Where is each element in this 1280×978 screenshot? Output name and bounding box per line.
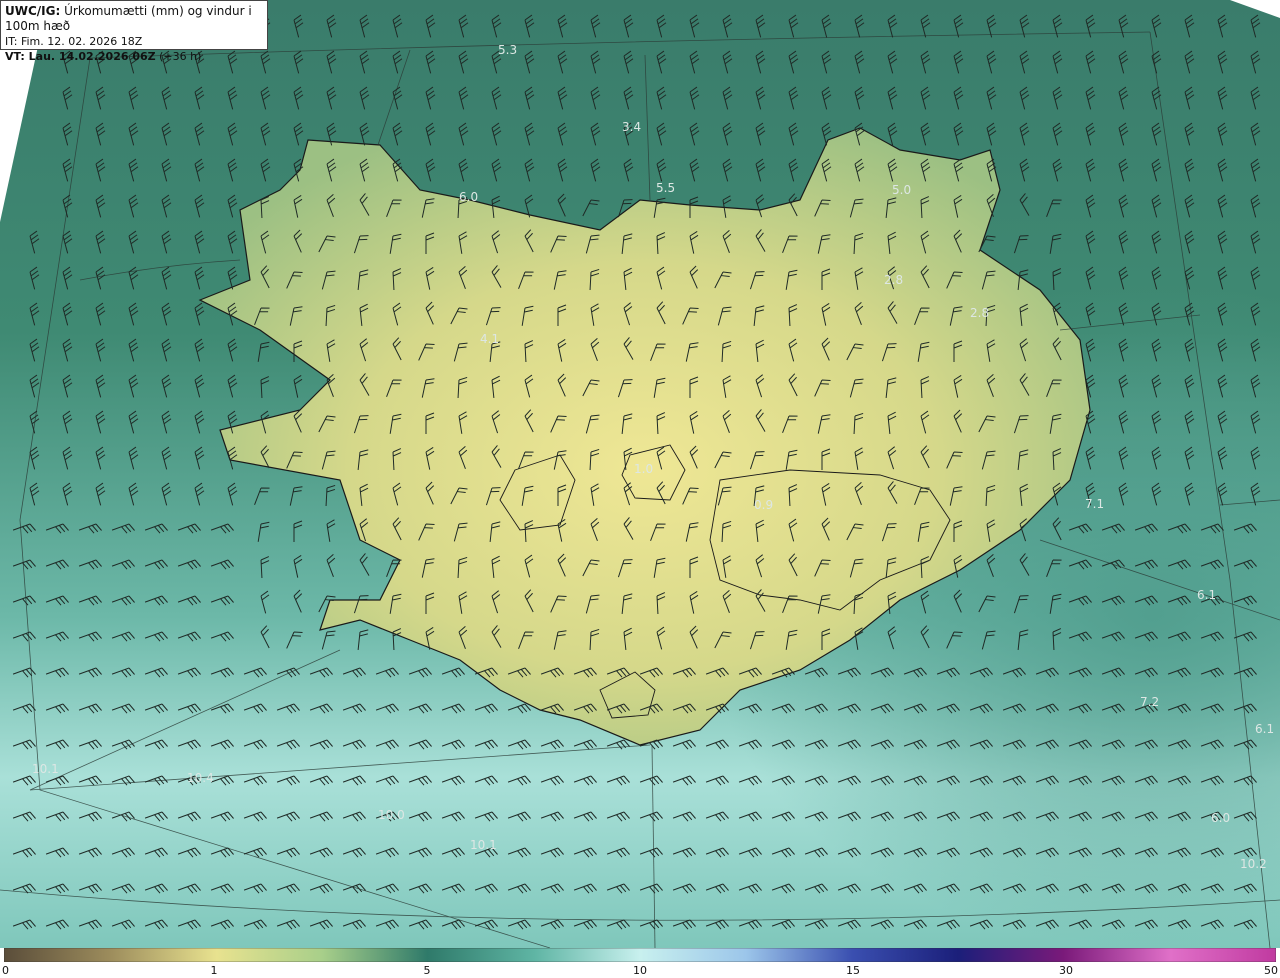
value-label: 10.2: [1240, 857, 1267, 871]
value-label: 6.0: [459, 190, 478, 204]
value-label: 4.1: [480, 332, 499, 346]
value-label: 1.0: [634, 462, 653, 476]
value-label: 5.3: [498, 43, 517, 57]
colorbar-tick: 10: [633, 964, 647, 977]
title-line: UWC/IG: Úrkomumætti (mm) og vindur i 100…: [5, 4, 263, 34]
value-label: 10.1: [32, 762, 59, 776]
valid-time: VT: Lau. 14.02.2026 06Z: [5, 50, 156, 63]
value-label: 2.8: [970, 306, 989, 320]
value-label: 7.1: [1085, 497, 1104, 511]
valid-time-line: VT: Lau. 14.02.2026 06Z (+36 h): [5, 49, 263, 64]
value-label: 0.9: [754, 498, 773, 512]
colorbar-tick: 5: [423, 964, 431, 977]
value-label: 6.1: [1197, 588, 1216, 602]
precipitation-wind-map: 5.3 3.4 5.5 6.0 5.0 2.8 2.8 4.1 1.0 0.9 …: [0, 0, 1280, 948]
value-label: 2.8: [884, 273, 903, 287]
value-label: 3.4: [622, 120, 641, 134]
colorbar-tick: 0: [2, 964, 9, 977]
colorbar-tick: 1: [210, 964, 218, 977]
colorbar-scale: [4, 948, 1276, 962]
value-label: 10.0: [378, 808, 405, 822]
colorbar: 0 1 5 10 15 30 50: [0, 948, 1280, 978]
value-label: 10.1: [470, 838, 497, 852]
value-label: 10.4: [187, 771, 214, 785]
value-label: 5.5: [656, 181, 675, 195]
lead-time: (+36 h): [159, 50, 202, 63]
colorbar-tick: 15: [846, 964, 860, 977]
colorbar-tick: 50: [1264, 964, 1278, 977]
forecast-info-box: UWC/IG: Úrkomumætti (mm) og vindur i 100…: [0, 0, 268, 63]
value-label: 6.0: [1211, 811, 1230, 825]
value-label: 5.0: [892, 183, 911, 197]
model-name: UWC/IG:: [5, 4, 61, 18]
value-label: 7.2: [1140, 695, 1159, 709]
colorbar-tick: 30: [1059, 964, 1073, 977]
value-label: 6.1: [1255, 722, 1274, 736]
init-time: IT: Fim. 12. 02. 2026 18Z: [5, 35, 143, 48]
